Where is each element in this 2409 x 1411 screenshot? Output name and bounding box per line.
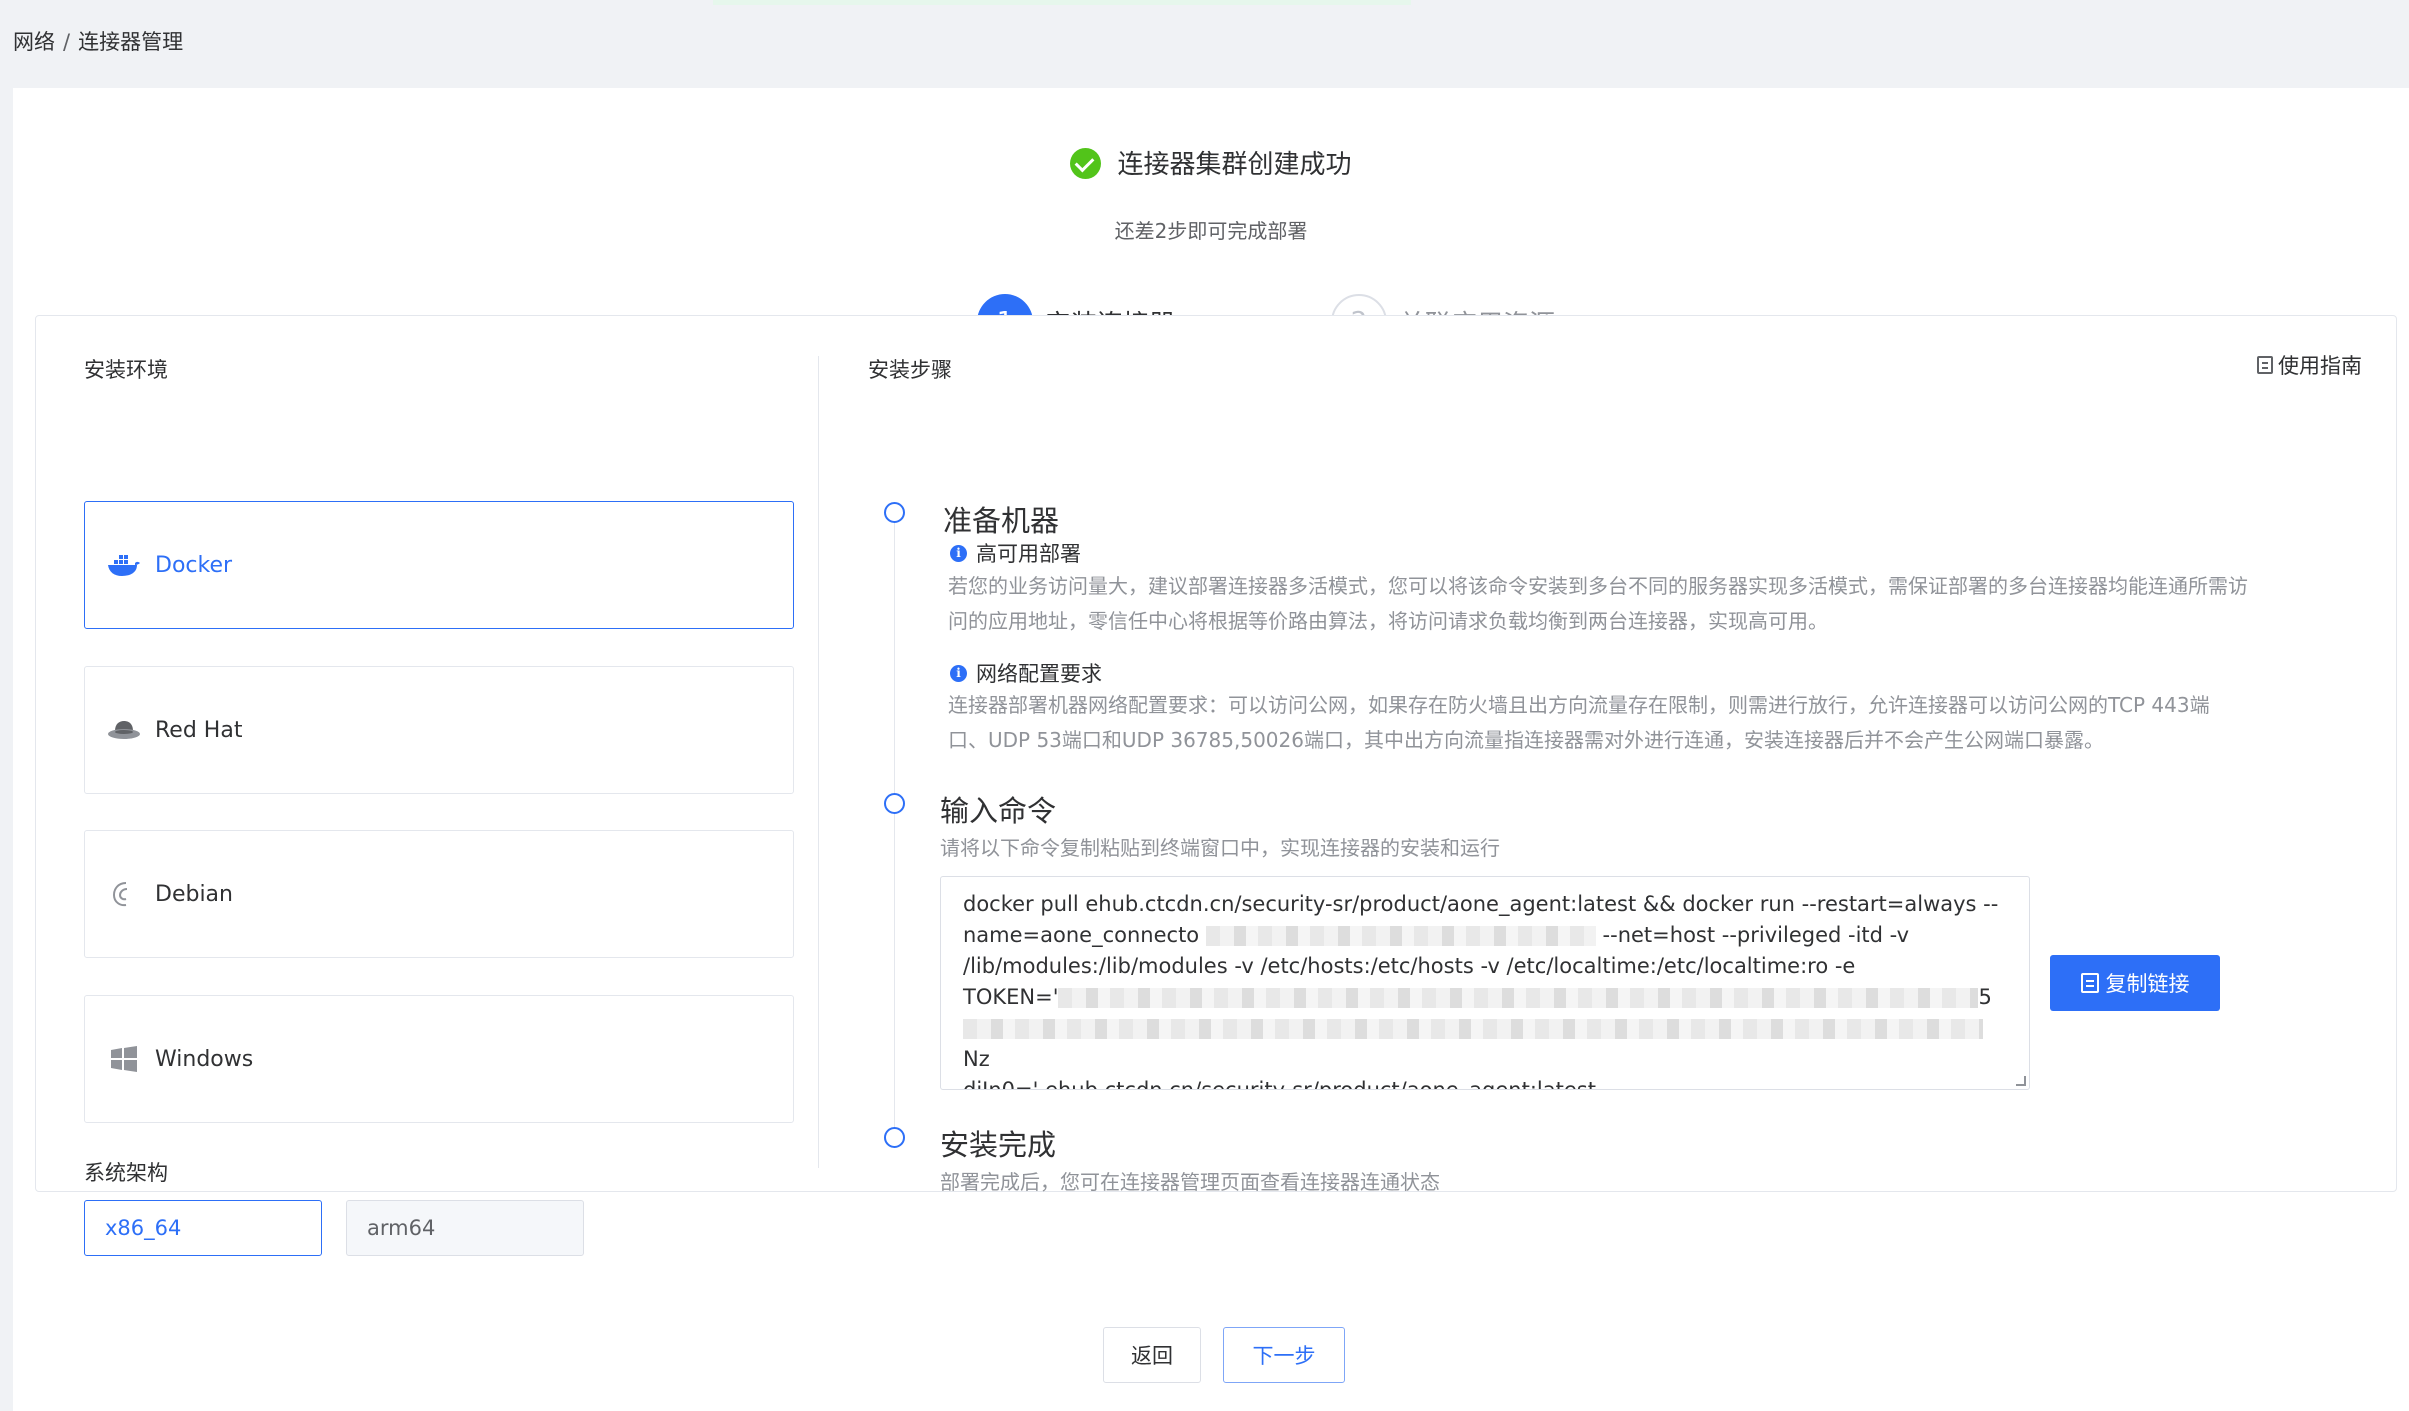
command-line: Nz (963, 1013, 2007, 1075)
copy-icon (2080, 973, 2099, 993)
env-option-docker-label: Docker (155, 552, 233, 578)
breadcrumb-item-network[interactable]: 网络 (13, 30, 55, 54)
document-icon (2257, 356, 2273, 374)
usage-guide-link[interactable]: 使用指南 (2257, 350, 2362, 380)
step-prepare-machine-title: 准备机器 (943, 504, 1060, 538)
ha-deploy-title-text: 高可用部署 (976, 542, 1081, 566)
success-title: 连接器集群创建成功 (1117, 150, 1352, 180)
resize-handle[interactable] (2016, 1076, 2026, 1086)
arch-option-arm64[interactable]: arm64 (346, 1200, 584, 1256)
windows-icon (107, 1045, 141, 1073)
env-option-redhat-label: Red Hat (155, 717, 243, 743)
info-icon: i (950, 664, 967, 682)
redacted-block (963, 1019, 1983, 1039)
redhat-icon (107, 716, 141, 744)
breadcrumb-separator: / (63, 30, 71, 54)
env-option-debian-label: Debian (155, 881, 233, 907)
back-button[interactable]: 返回 (1103, 1327, 1201, 1383)
command-line: name=aone_connecto --net=host --privileg… (963, 920, 2007, 951)
usage-guide-label: 使用指南 (2278, 354, 2362, 378)
command-fragment: Nz (963, 1047, 990, 1071)
success-banner: 连接器集群创建成功 (13, 144, 2409, 181)
step-install-complete-title: 安装完成 (940, 1128, 1057, 1162)
command-textarea[interactable]: docker pull ehub.ctcdn.cn/security-sr/pr… (940, 876, 2030, 1090)
top-progress-bar (713, 0, 1411, 5)
env-option-docker[interactable]: Docker (84, 501, 794, 629)
network-config-title: i 网络配置要求 (950, 658, 1102, 688)
breadcrumb-item-connector-management: 连接器管理 (78, 30, 184, 54)
network-config-title-text: 网络配置要求 (976, 662, 1102, 686)
timeline-dot-2 (884, 793, 905, 814)
arch-option-x86-64[interactable]: x86_64 (84, 1200, 322, 1256)
timeline-line (894, 520, 895, 1140)
redacted-block (1058, 988, 1979, 1008)
install-steps-title: 安装步骤 (868, 358, 952, 382)
command-fragment: --net=host --privileged -itd -v (1602, 923, 1910, 947)
breadcrumb: 网络 / 连接器管理 (13, 26, 183, 56)
timeline-dot-3 (884, 1127, 905, 1148)
command-line: diIn0=' ehub.ctcdn.cn/security-sr/produc… (963, 1078, 1596, 1090)
redacted-block (1205, 926, 1596, 946)
ha-deploy-title: i 高可用部署 (950, 538, 1081, 568)
copy-link-button[interactable]: 复制链接 (2050, 955, 2220, 1011)
next-step-button[interactable]: 下一步 (1223, 1327, 1345, 1383)
ha-deploy-text: 若您的业务访问量大，建议部署连接器多活模式，您可以将该命令安装到多台不同的服务器… (948, 574, 2248, 633)
env-option-redhat[interactable]: Red Hat (84, 666, 794, 794)
env-option-debian[interactable]: Debian (84, 830, 794, 958)
env-option-windows[interactable]: Windows (84, 995, 794, 1123)
info-icon: i (950, 544, 967, 562)
step-input-command-desc: 请将以下命令复制粘贴到终端窗口中，实现连接器的安装和运行 (940, 836, 1500, 860)
copy-link-label: 复制链接 (2105, 972, 2190, 996)
timeline-dot-1 (884, 502, 905, 523)
command-line: TOKEN=' 5 (963, 982, 2007, 1013)
command-line: docker pull ehub.ctcdn.cn/security-sr/pr… (963, 892, 1999, 916)
step-input-command-title: 输入命令 (940, 794, 1057, 828)
debian-icon (107, 880, 141, 908)
command-line: /lib/modules:/lib/modules -v /etc/hosts:… (963, 954, 1856, 978)
network-config-text: 连接器部署机器网络配置要求：可以访问公网，如果存在防火墙且出方向流量存在限制，则… (948, 693, 2210, 752)
step-install-complete-desc: 部署完成后，您可在连接器管理页面查看连接器连通状态 (940, 1170, 1440, 1194)
env-option-windows-label: Windows (155, 1046, 254, 1072)
arch-section-title: 系统架构 (84, 1161, 168, 1185)
docker-icon (107, 551, 141, 579)
panel-divider (818, 356, 819, 1168)
success-subtitle: 还差2步即可完成部署 (1114, 219, 1308, 243)
command-fragment: TOKEN=' (963, 985, 1059, 1009)
check-circle-icon (1070, 148, 1102, 179)
env-section-title: 安装环境 (84, 358, 168, 382)
command-fragment: 5 (1978, 985, 1992, 1009)
command-fragment: name=aone_connecto (963, 923, 1200, 947)
